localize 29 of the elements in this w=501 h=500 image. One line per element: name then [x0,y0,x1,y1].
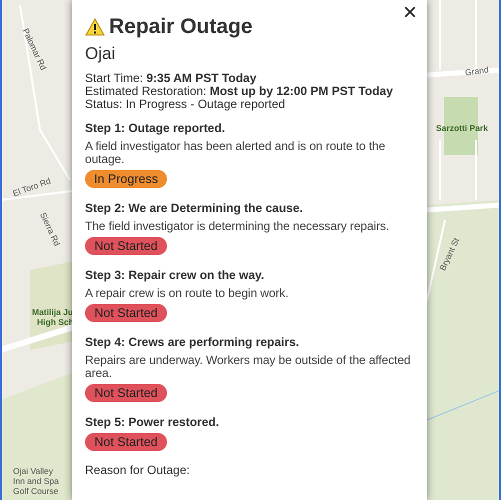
step-description: A field investigator has been alerted and is on route to the outage. [85,140,386,166]
step-title: Step 5: Power restored. [85,415,220,429]
step-title: Step 1: Outage reported. [85,121,226,135]
warning-icon [85,18,105,36]
status-badge: Not Started [85,384,167,402]
reason-label: Reason for Outage: [85,464,191,477]
step-description: A repair crew is on route to begin work. [85,287,290,300]
detail-line: Status: In Progress - Outage reported [85,98,286,111]
step-title: Step 4: Crews are performing repairs. [85,335,300,349]
location-name: Ojai [85,44,116,64]
step-title: Step 3: Repair crew on the way. [85,268,266,282]
step-description: Repairs are underway. Workers may be outside of the affected area. [85,354,412,380]
map-label: Sierra Rd [38,211,62,248]
map-label: Inn and Spa [13,477,59,486]
map-label: Sarzotti Park [436,124,488,132]
status-badge: Not Started [85,237,167,255]
map-label: Golf Course [13,487,58,496]
close-button[interactable]: × [402,1,417,25]
map-label: Ojai Valley [13,467,53,476]
status-badge: In Progress [85,170,167,188]
status-badge: Not Started [85,433,167,451]
map-label: Grand [464,65,490,78]
step-description: The field investigator is determining the necessary repairs. [85,220,390,233]
detail-line: Estimated Restoration: Most up by 12:00 PM PST Today [85,85,394,98]
detail-line: Start Time: 9:35 AM PST Today [85,72,258,85]
status-badge: Not Started [85,304,167,322]
popup-title: Repair Outage [109,14,253,40]
map-label: El Toro Rd [12,176,52,198]
step-title: Step 2: We are Determining the cause. [85,201,304,215]
